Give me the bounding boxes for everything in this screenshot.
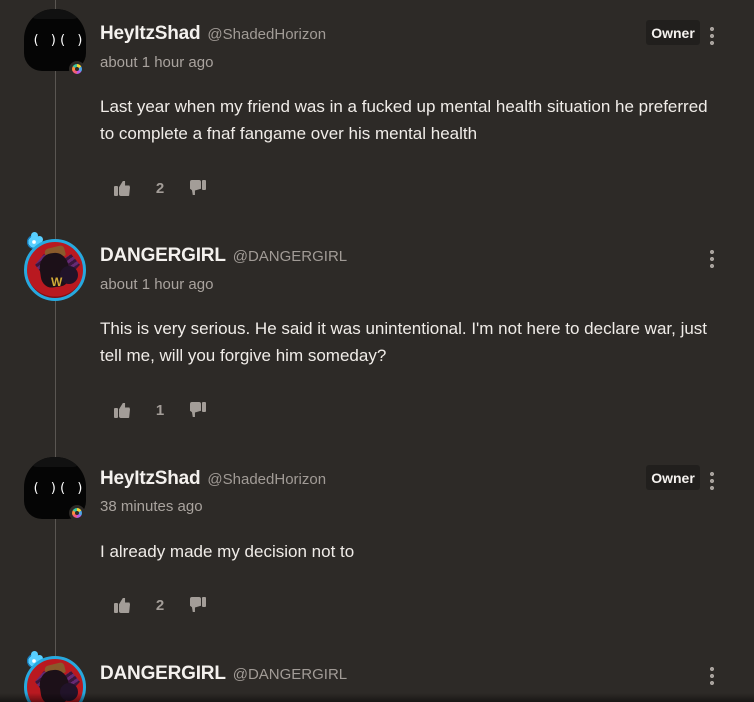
more-options-button[interactable] — [703, 247, 721, 271]
avatar-shadow-shape — [60, 683, 78, 701]
avatar-eyes-glyph: ( )( ) — [32, 481, 85, 496]
red-avatar-icon[interactable]: W — [24, 239, 86, 301]
avatar-eyes-glyph: ( )( ) — [32, 33, 85, 48]
comment-text: I already made my decision not to — [100, 542, 355, 561]
more-options-button[interactable] — [703, 24, 721, 48]
author-name[interactable]: HeyItzShad — [100, 23, 201, 45]
author-name[interactable]: DANGERGIRL — [100, 663, 226, 685]
thumbs-down-icon[interactable] — [189, 402, 207, 418]
like-count: 1 — [155, 401, 165, 419]
more-vertical-icon — [710, 667, 714, 685]
like-count: 2 — [155, 596, 165, 614]
owner-badge: Owner — [646, 20, 700, 45]
comment-timestamp[interactable]: 38 minutes ago — [100, 498, 203, 515]
comment-text: Last year when my friend was in a fucked… — [100, 97, 708, 143]
comment-header: DANGERGIRL @DANGERGIRL — [100, 245, 347, 267]
thumbs-up-icon[interactable] — [113, 180, 131, 196]
more-options-button[interactable] — [703, 664, 721, 688]
comment-1: ( )( ) HeyItzShad @ShadedHorizon about 1… — [0, 0, 754, 225]
comment-4: DANGERGIRL @DANGERGIRL — [0, 646, 754, 702]
comment-header: HeyItzShad @ShadedHorizon — [100, 468, 326, 490]
more-options-button[interactable] — [703, 469, 721, 493]
comment-2: W DANGERGIRL @DANGERGIRL about 1 hour ag… — [0, 225, 754, 450]
owner-badge: Owner — [646, 465, 700, 490]
comment-timestamp[interactable]: about 1 hour ago — [100, 276, 213, 293]
more-vertical-icon — [710, 472, 714, 490]
avatar-shadow-shape — [60, 266, 78, 284]
rainbow-status-icon — [69, 61, 85, 77]
comment-thread: ( )( ) HeyItzShad @ShadedHorizon about 1… — [0, 0, 754, 702]
comment-header: HeyItzShad @ShadedHorizon — [100, 23, 326, 45]
author-name[interactable]: HeyItzShad — [100, 468, 201, 490]
vote-actions: 1 — [113, 400, 207, 420]
more-vertical-icon — [710, 27, 714, 45]
author-handle[interactable]: @DANGERGIRL — [233, 666, 347, 683]
author-handle[interactable]: @DANGERGIRL — [233, 248, 347, 265]
comment-text: This is very serious. He said it was uni… — [100, 319, 708, 365]
author-name[interactable]: DANGERGIRL — [100, 245, 226, 267]
vote-actions: 2 — [113, 595, 207, 615]
author-handle[interactable]: @ShadedHorizon — [207, 26, 326, 43]
comment-3: ( )( ) HeyItzShad @ShadedHorizon 38 minu… — [0, 448, 754, 644]
rainbow-status-icon — [69, 505, 85, 521]
avatar-mark-glyph: W — [51, 275, 63, 289]
author-handle[interactable]: @ShadedHorizon — [207, 471, 326, 488]
like-count: 2 — [155, 179, 165, 197]
thumbs-up-icon[interactable] — [113, 402, 131, 418]
more-vertical-icon — [710, 250, 714, 268]
vote-actions: 2 — [113, 178, 207, 198]
thumbs-up-icon[interactable] — [113, 597, 131, 613]
comment-timestamp[interactable]: about 1 hour ago — [100, 54, 213, 71]
thumbs-down-icon[interactable] — [189, 597, 207, 613]
thumbs-down-icon[interactable] — [189, 180, 207, 196]
comment-header: DANGERGIRL @DANGERGIRL — [100, 663, 347, 685]
